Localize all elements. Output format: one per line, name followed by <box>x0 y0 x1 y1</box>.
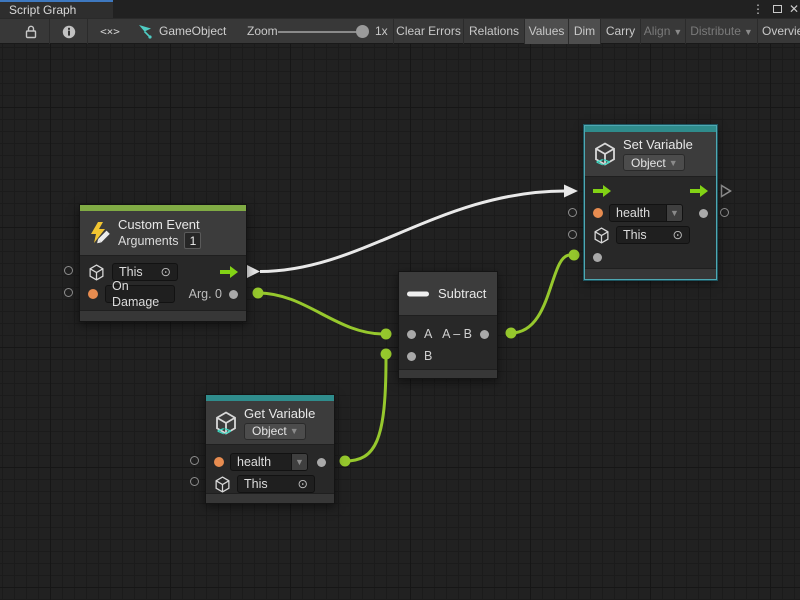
value-port-gray[interactable] <box>229 290 238 299</box>
info-button[interactable] <box>50 19 88 44</box>
code-preview-button[interactable]: <×> <box>88 19 132 44</box>
graph-owner-label[interactable]: GameObject <box>159 19 226 44</box>
subtract-minus-icon <box>407 291 429 297</box>
variable-cube-icon: <> <box>593 142 617 166</box>
code-icon: <×> <box>100 25 120 38</box>
distribute-button[interactable]: Distribute▼ <box>686 19 758 44</box>
target-field[interactable]: This ⊙ <box>616 226 690 244</box>
port-circle[interactable] <box>190 477 199 486</box>
variable-kind-dropdown[interactable]: Object ▼ <box>623 154 685 171</box>
gameobject-cube-icon <box>214 476 231 493</box>
unity-script-graph-window: Script Graph ⋮ ✕ <×> GameObject <box>0 0 800 600</box>
input-b-label: B <box>424 349 432 363</box>
values-button[interactable]: Values <box>525 19 569 44</box>
graph-toolbar: <×> GameObject Zoom 1x Clear Errors Rela… <box>0 18 800 44</box>
variable-name-dropdown[interactable]: health ▼ <box>609 204 683 222</box>
zoom-slider-handle[interactable] <box>356 25 369 38</box>
close-icon[interactable]: ✕ <box>787 0 800 18</box>
gameobject-cube-icon <box>88 264 105 281</box>
object-picker-icon[interactable]: ⊙ <box>673 227 683 243</box>
custom-event-icon <box>88 221 112 245</box>
node-title: Set Variable <box>623 137 693 152</box>
input-port-b[interactable] <box>407 352 416 361</box>
port-circle[interactable] <box>64 266 73 275</box>
event-name-field[interactable]: On Damage <box>105 285 175 303</box>
input-port-a[interactable] <box>407 330 416 339</box>
flow-input-arrow-icon[interactable] <box>593 185 611 197</box>
target-field[interactable]: This ⊙ <box>237 475 315 493</box>
relations-button[interactable]: Relations <box>464 19 525 44</box>
lock-icon <box>25 25 37 39</box>
zoom-label: Zoom <box>247 19 278 44</box>
info-icon <box>62 25 76 39</box>
input-port-value[interactable] <box>593 253 602 262</box>
variable-cube-icon: <> <box>214 411 238 435</box>
port-circle[interactable] <box>64 288 73 297</box>
variable-kind-dropdown[interactable]: Object ▼ <box>244 423 306 440</box>
node-title: Get Variable <box>244 406 315 421</box>
port-circle[interactable] <box>720 208 729 217</box>
node-set-variable[interactable]: <> Set Variable Object ▼ <box>584 125 717 280</box>
chevron-down-icon: ▼ <box>290 426 299 436</box>
wire-control-flow[interactable] <box>246 185 578 279</box>
clear-errors-button[interactable]: Clear Errors <box>393 19 464 44</box>
output-port[interactable] <box>317 458 326 467</box>
graph-canvas[interactable]: Custom Event Arguments 1 This ⊙ <box>0 44 800 600</box>
port-circle[interactable] <box>568 208 577 217</box>
node-footer <box>80 310 246 321</box>
gameobject-cube-icon <box>593 227 610 244</box>
node-title: Custom Event <box>118 217 201 232</box>
node-custom-event[interactable]: Custom Event Arguments 1 This ⊙ <box>79 204 247 322</box>
chevron-down-icon: ▼ <box>669 158 678 168</box>
value-port-orange[interactable] <box>214 457 224 467</box>
output-port[interactable] <box>480 330 489 339</box>
zoom-value: 1x <box>375 19 388 44</box>
arguments-label: Arguments <box>118 234 178 248</box>
output-label: A – B <box>442 327 472 341</box>
node-footer <box>399 369 497 378</box>
dim-button[interactable]: Dim <box>569 19 601 44</box>
graph-owner-icon <box>138 24 154 39</box>
output-port[interactable] <box>699 209 708 218</box>
flow-output-arrow-icon[interactable] <box>690 185 708 197</box>
zoom-slider-track[interactable] <box>278 31 367 33</box>
chevron-down-icon: ▼ <box>744 27 753 37</box>
wire-subtract-to-setvar[interactable] <box>506 250 580 339</box>
overview-button[interactable]: Overview <box>758 19 800 44</box>
node-footer <box>585 268 716 279</box>
tab-strip: Script Graph ⋮ ✕ <box>0 0 800 18</box>
variable-name-dropdown[interactable]: health ▼ <box>230 453 308 471</box>
node-footer <box>206 493 334 503</box>
input-a-label: A <box>424 327 432 341</box>
maximize-icon[interactable] <box>769 0 785 18</box>
object-picker-icon[interactable]: ⊙ <box>298 476 308 492</box>
node-get-variable[interactable]: <> Get Variable Object ▼ health ▼ <box>205 394 335 504</box>
carry-button[interactable]: Carry <box>601 19 641 44</box>
lock-button[interactable] <box>12 19 50 44</box>
tab-script-graph[interactable]: Script Graph <box>0 0 113 18</box>
wire-getvar-to-b[interactable] <box>340 349 392 467</box>
value-port-orange[interactable] <box>593 208 603 218</box>
wire-arg0-to-a[interactable] <box>253 288 392 340</box>
align-button[interactable]: Align▼ <box>641 19 686 44</box>
arguments-count-field[interactable]: 1 <box>184 232 201 249</box>
window-menu-icon[interactable]: ⋮ <box>751 0 765 18</box>
arg0-label: Arg. 0 <box>189 287 222 301</box>
chevron-down-icon[interactable]: ▼ <box>291 454 307 470</box>
port-circle[interactable] <box>568 230 577 239</box>
value-port-orange[interactable] <box>88 289 98 299</box>
node-title: Subtract <box>438 286 486 301</box>
port-circle[interactable] <box>190 456 199 465</box>
chevron-down-icon: ▼ <box>673 27 682 37</box>
flow-output-arrow-icon[interactable] <box>220 266 238 278</box>
node-subtract[interactable]: Subtract A A – B B <box>398 271 498 379</box>
port-triangle[interactable] <box>720 184 732 198</box>
chevron-down-icon[interactable]: ▼ <box>666 205 682 221</box>
